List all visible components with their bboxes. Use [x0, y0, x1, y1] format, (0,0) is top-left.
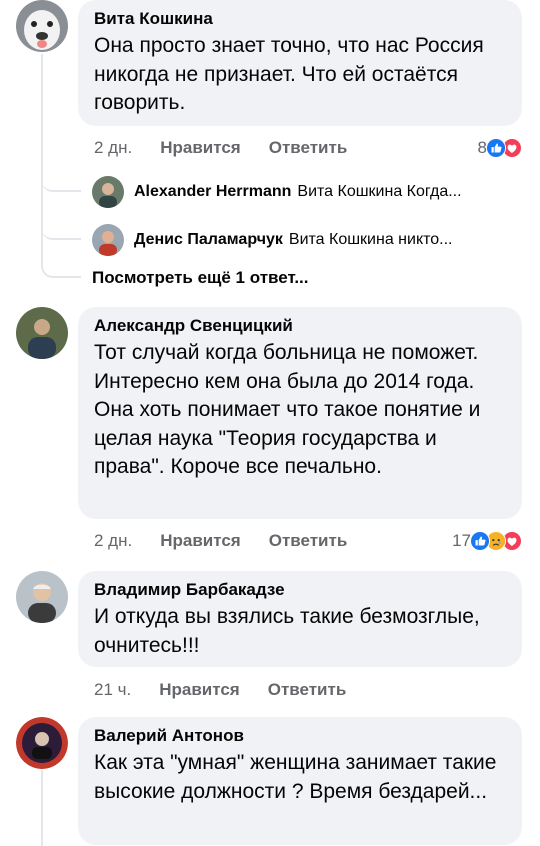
sub-reply[interactable]: Денис Паламарчук Вита Кошкина никто... [92, 224, 453, 256]
sub-reply-text: Вита Кошкина никто... [288, 231, 453, 248]
reaction-count: 17 [452, 531, 471, 550]
comment-author[interactable]: Валерий Антонов [94, 725, 506, 747]
avatar[interactable] [16, 571, 68, 623]
reply-branch [41, 150, 81, 192]
comment-bubble: Владимир Барбакадзе И откуда вы взялись … [78, 571, 522, 667]
like-button[interactable]: Нравится [160, 138, 241, 158]
comment-text: И откуда вы взялись такие безмозглые, оч… [94, 605, 480, 657]
thread-line [41, 770, 43, 846]
like-icon [470, 531, 490, 551]
comment-author[interactable]: Александр Свенцицкий [94, 315, 506, 337]
comment-actions: 2 дн. Нравится Ответить [94, 136, 347, 160]
comment-bubble: Валерий Антонов Как эта "умная" женщина … [78, 717, 522, 845]
avatar[interactable] [16, 307, 68, 359]
comment-text: Как эта "умная" женщина занимает такие в… [94, 751, 497, 803]
comment-actions: 2 дн. Нравится Ответить [94, 529, 347, 553]
sub-reply-text: Вита Кошкина Когда... [297, 183, 462, 200]
avatar[interactable] [92, 176, 124, 208]
reply-button[interactable]: Ответить [269, 531, 348, 551]
comment-bubble: Вита Кошкина Она просто знает точно, что… [78, 0, 522, 126]
reply-branch [41, 240, 81, 278]
sub-reply-author[interactable]: Alexander Herrmann [134, 183, 291, 201]
reply-button[interactable]: Ответить [269, 138, 348, 158]
reply-button[interactable]: Ответить [268, 680, 347, 700]
reply-branch [41, 192, 81, 240]
reactions-summary[interactable]: 8 [478, 136, 522, 160]
like-button[interactable]: Нравится [160, 531, 241, 551]
avatar[interactable] [16, 717, 68, 769]
like-icon [486, 138, 506, 158]
reactions-summary[interactable]: 17 [452, 529, 522, 553]
comment-actions: 21 ч. Нравится Ответить [94, 678, 346, 702]
comment-bubble: Александр Свенцицкий Тот случай когда бо… [78, 307, 522, 519]
comment-time[interactable]: 2 дн. [94, 138, 132, 158]
avatar[interactable] [16, 0, 68, 52]
like-button[interactable]: Нравится [159, 680, 240, 700]
avatar[interactable] [92, 224, 124, 256]
comment-time[interactable]: 2 дн. [94, 531, 132, 551]
comment-author[interactable]: Владимир Барбакадзе [94, 579, 506, 601]
comment-text: Она просто знает точно, что нас Россия н… [94, 34, 484, 114]
view-more-replies-link[interactable]: Посмотреть ещё 1 ответ... [92, 266, 308, 290]
comment-time[interactable]: 21 ч. [94, 680, 131, 700]
sub-reply[interactable]: Alexander Herrmann Вита Кошкина Когда... [92, 176, 462, 208]
sub-reply-author[interactable]: Денис Паламарчук [134, 231, 283, 249]
comment-author[interactable]: Вита Кошкина [94, 8, 506, 30]
comment-text: Тот случай когда больница не поможет. Ин… [94, 341, 481, 478]
